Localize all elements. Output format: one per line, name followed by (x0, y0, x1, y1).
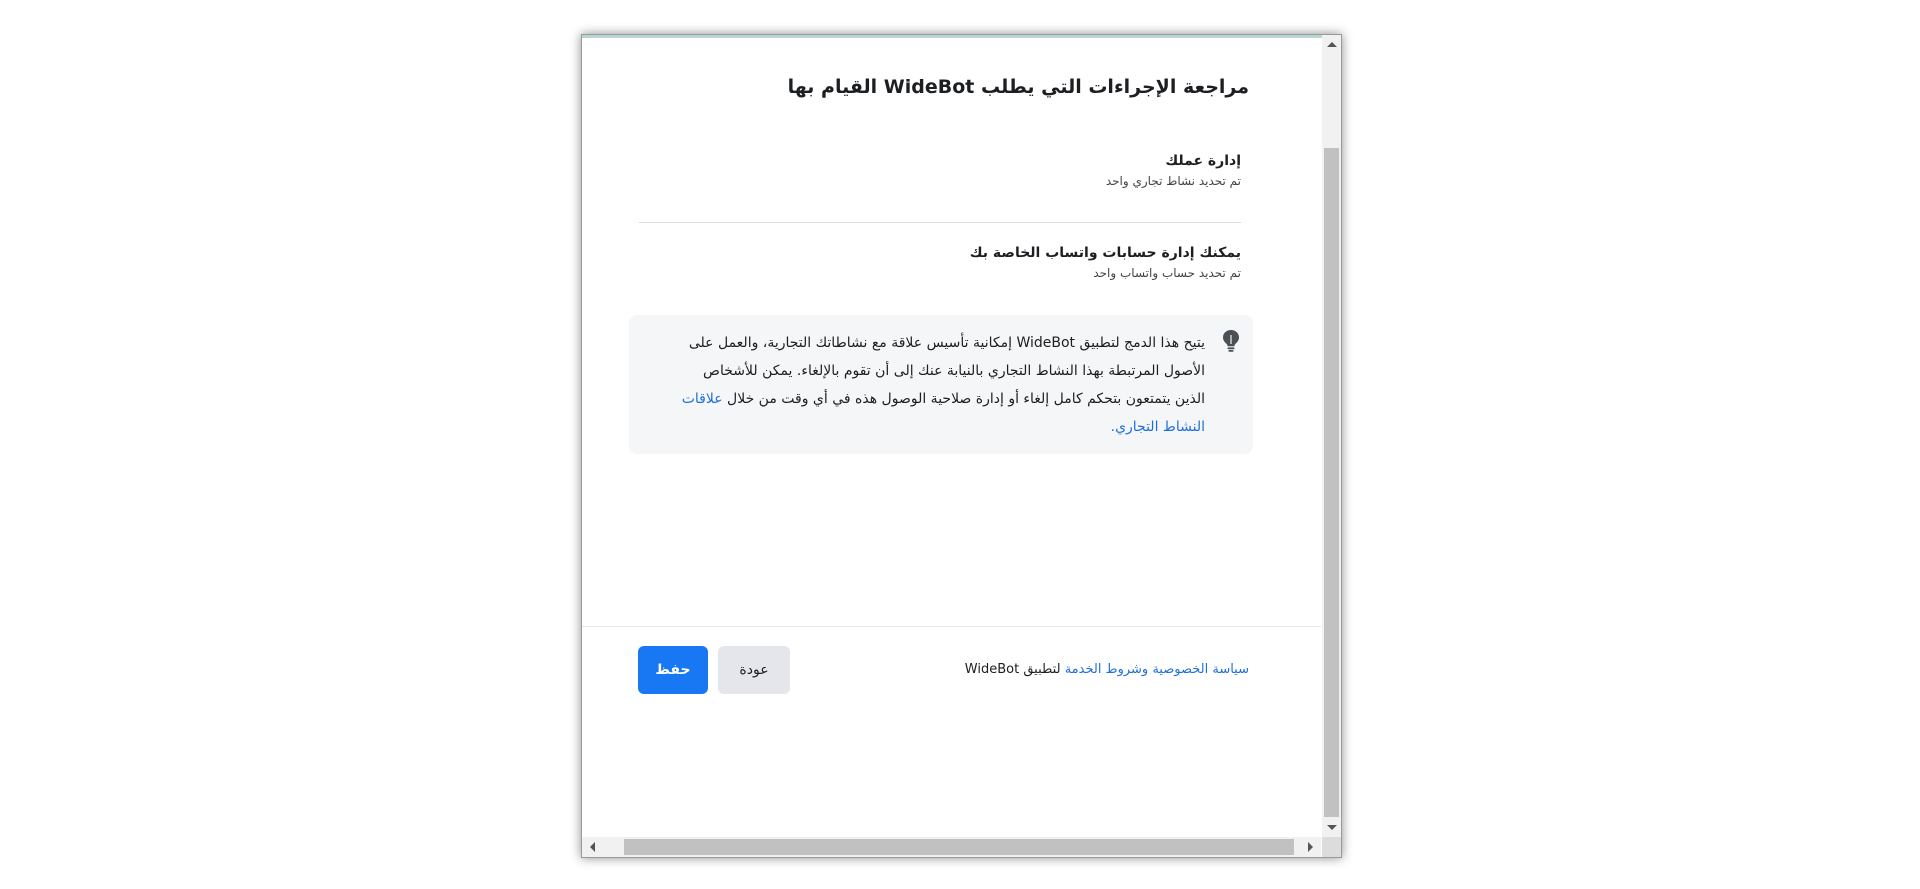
permission-manage-business: إدارة عملك تم تحديد نشاط تجاري واحد (641, 153, 1241, 188)
dialog-title: مراجعة الإجراءات التي يطلب WideBot القيا… (787, 76, 1249, 98)
permission-manage-whatsapp: يمكنك إدارة حسابات واتساب الخاصة بك تم ت… (641, 245, 1241, 280)
dialog-footer: سياسة الخصوصية وشروط الخدمة لتطبيق WideB… (582, 646, 1321, 694)
info-box: يتيح هذا الدمج لتطبيق WideBot إمكانية تأ… (629, 315, 1253, 454)
info-body: يتيح هذا الدمج لتطبيق WideBot إمكانية تأ… (688, 335, 1205, 407)
policy-suffix: لتطبيق WideBot (964, 662, 1065, 677)
back-button[interactable]: عودة (718, 646, 790, 694)
scroll-up-icon[interactable] (1327, 42, 1337, 47)
info-text: يتيح هذا الدمج لتطبيق WideBot إمكانية تأ… (675, 329, 1205, 441)
policy-text: سياسة الخصوصية وشروط الخدمة لتطبيق WideB… (965, 662, 1249, 677)
permission-title: إدارة عملك (1165, 153, 1241, 169)
scroll-left-icon[interactable] (590, 842, 595, 852)
scroll-right-icon[interactable] (1308, 842, 1313, 852)
scroll-down-icon[interactable] (1327, 825, 1337, 830)
permission-subtitle: تم تحديد حساب واتساب واحد (1093, 266, 1241, 280)
scrollbar-corner (1322, 837, 1341, 857)
save-button[interactable]: حفظ (638, 646, 708, 694)
dialog-content: مراجعة الإجراءات التي يطلب WideBot القيا… (582, 35, 1321, 837)
permission-title: يمكنك إدارة حسابات واتساب الخاصة بك (969, 245, 1241, 261)
permission-subtitle: تم تحديد نشاط تجاري واحد (1105, 174, 1241, 188)
permissions-dialog: مراجعة الإجراءات التي يطلب WideBot القيا… (581, 34, 1342, 858)
vertical-scrollbar[interactable] (1322, 35, 1341, 837)
horizontal-scrollbar[interactable] (582, 837, 1321, 857)
footer-divider (582, 626, 1321, 627)
vertical-scroll-thumb[interactable] (1324, 148, 1339, 817)
privacy-terms-link[interactable]: سياسة الخصوصية وشروط الخدمة (1065, 662, 1249, 677)
lightbulb-icon (1223, 330, 1239, 352)
section-divider (639, 222, 1241, 223)
horizontal-scroll-thumb[interactable] (624, 839, 1294, 855)
